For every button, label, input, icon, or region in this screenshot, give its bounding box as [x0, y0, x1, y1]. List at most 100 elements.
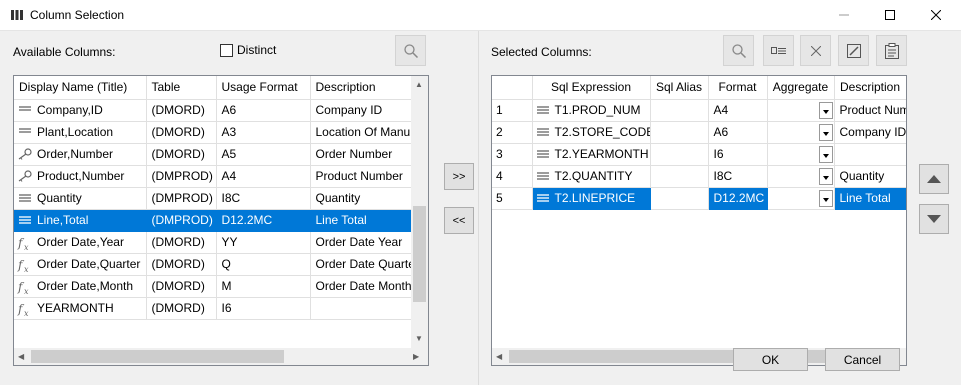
format-cell[interactable]: I8C [708, 165, 768, 188]
table-row[interactable]: 5 T2.LINEPRICE D12.2MC Line Total [492, 187, 906, 210]
chevron-down-icon[interactable] [818, 167, 833, 185]
usage-format-cell[interactable]: I6 [216, 297, 311, 320]
search-button[interactable] [723, 35, 754, 66]
table-cell[interactable]: (DMORD) [146, 121, 217, 144]
scroll-left-icon[interactable]: ◀ [496, 352, 502, 361]
sql-alias-cell[interactable] [650, 187, 709, 210]
table-cell[interactable]: (DMORD) [146, 99, 217, 122]
chevron-down-icon[interactable] [818, 123, 833, 141]
scroll-down-icon[interactable]: ▼ [415, 334, 423, 343]
usage-format-cell[interactable]: A6 [216, 99, 311, 122]
column-header-sql-expression[interactable]: Sql Expression [532, 76, 651, 100]
format-cell[interactable]: A4 [708, 99, 768, 122]
row-number-cell[interactable]: 5 [492, 187, 533, 210]
display-name-cell[interactable]: f x Order Date,Month [14, 275, 147, 298]
move-up-button[interactable] [919, 164, 949, 194]
vertical-scrollbar[interactable]: ▲ ▼ [411, 76, 428, 348]
row-number-cell[interactable]: 2 [492, 121, 533, 144]
properties-button[interactable] [763, 35, 794, 66]
sql-expression-cell[interactable]: T2.LINEPRICE [532, 187, 651, 210]
edit-button[interactable] [838, 35, 869, 66]
selected-columns-grid[interactable]: Sql Expression Sql Alias Format Aggregat… [491, 75, 907, 366]
horizontal-scrollbar[interactable]: ◀ ▶ [14, 348, 428, 365]
aggregate-cell[interactable] [767, 99, 835, 122]
row-number-cell[interactable]: 4 [492, 165, 533, 188]
table-row[interactable]: 4 T2.QUANTITY I8C Quantity [492, 165, 906, 188]
display-name-cell[interactable]: Product,Number [14, 165, 147, 188]
description-cell[interactable]: Order Date Quarte [310, 253, 412, 276]
table-row[interactable]: Line,Total (DMPROD) D12.2MC Line Total [14, 209, 412, 232]
usage-format-cell[interactable]: YY [216, 231, 311, 254]
clipboard-button[interactable] [876, 35, 907, 66]
table-row[interactable]: f x Order Date,Month (DMORD) M Order Date Mon… [14, 275, 412, 298]
remove-column-button[interactable]: << [444, 207, 474, 234]
table-row[interactable]: Company,ID (DMORD) A6 Company ID [14, 99, 412, 122]
table-cell[interactable]: (DMORD) [146, 297, 217, 320]
table-row[interactable]: f x YEARMONTH (DMORD) I6 [14, 297, 412, 320]
display-name-cell[interactable]: Plant,Location [14, 121, 147, 144]
column-header-table[interactable]: Table [146, 76, 217, 100]
aggregate-cell[interactable] [767, 121, 835, 144]
usage-format-cell[interactable]: Q [216, 253, 311, 276]
display-name-cell[interactable]: f x Order Date,Quarter [14, 253, 147, 276]
scrollbar-thumb[interactable] [31, 350, 284, 363]
table-cell[interactable]: (DMORD) [146, 253, 217, 276]
description-cell[interactable] [310, 297, 412, 320]
table-cell[interactable]: (DMPROD) [146, 187, 217, 210]
table-row[interactable]: Plant,Location (DMORD) A3 Location Of Manu [14, 121, 412, 144]
scrollbar-thumb[interactable] [413, 206, 426, 302]
column-header-usage-format[interactable]: Usage Format [216, 76, 311, 100]
sql-expression-cell[interactable]: T2.YEARMONTH [532, 143, 651, 166]
aggregate-cell[interactable] [767, 165, 835, 188]
chevron-down-icon[interactable] [818, 189, 833, 207]
description-cell[interactable]: Quantity [834, 165, 906, 188]
description-cell[interactable]: Order Date Month [310, 275, 412, 298]
format-cell[interactable]: D12.2MC [708, 187, 768, 210]
description-cell[interactable]: Quantity [310, 187, 412, 210]
display-name-cell[interactable]: Line,Total [14, 209, 147, 232]
table-cell[interactable]: (DMPROD) [146, 209, 217, 232]
table-cell[interactable]: (DMORD) [146, 143, 217, 166]
chevron-down-icon[interactable] [818, 101, 833, 119]
delete-button[interactable] [800, 35, 831, 66]
column-header-format[interactable]: Format [708, 76, 768, 100]
description-cell[interactable]: Line Total [834, 187, 906, 210]
sql-alias-cell[interactable] [650, 143, 709, 166]
display-name-cell[interactable]: f x Order Date,Year [14, 231, 147, 254]
usage-format-cell[interactable]: M [216, 275, 311, 298]
sql-expression-cell[interactable]: T1.PROD_NUM [532, 99, 651, 122]
row-number-cell[interactable]: 1 [492, 99, 533, 122]
row-number-cell[interactable]: 3 [492, 143, 533, 166]
table-row[interactable]: f x Order Date,Quarter (DMORD) Q Order Date Q… [14, 253, 412, 276]
aggregate-cell[interactable] [767, 187, 835, 210]
description-cell[interactable]: Product Number [310, 165, 412, 188]
cancel-button[interactable]: Cancel [825, 348, 900, 371]
display-name-cell[interactable]: f x YEARMONTH [14, 297, 147, 320]
display-name-cell[interactable]: Quantity [14, 187, 147, 210]
description-cell[interactable]: Company ID [834, 121, 906, 144]
description-cell[interactable]: Product Num [834, 99, 906, 122]
scroll-right-icon[interactable]: ▶ [413, 352, 419, 361]
available-columns-grid[interactable]: Display Name (Title) Table Usage Format … [13, 75, 429, 366]
usage-format-cell[interactable]: A4 [216, 165, 311, 188]
distinct-checkbox[interactable] [220, 44, 233, 57]
format-cell[interactable]: I6 [708, 143, 768, 166]
close-button[interactable] [913, 0, 959, 30]
description-cell[interactable]: Location Of Manu [310, 121, 412, 144]
ok-button[interactable]: OK [733, 348, 808, 371]
sql-alias-cell[interactable] [650, 165, 709, 188]
sql-expression-cell[interactable]: T2.STORE_CODE [532, 121, 651, 144]
column-header-aggregate[interactable]: Aggregate [767, 76, 835, 100]
table-cell[interactable]: (DMORD) [146, 231, 217, 254]
scroll-up-icon[interactable]: ▲ [415, 80, 423, 89]
usage-format-cell[interactable]: D12.2MC [216, 209, 311, 232]
table-row[interactable]: 3 T2.YEARMONTH I6 [492, 143, 906, 166]
usage-format-cell[interactable]: A3 [216, 121, 311, 144]
add-column-button[interactable]: >> [444, 163, 474, 190]
display-name-cell[interactable]: Company,ID [14, 99, 147, 122]
format-cell[interactable]: A6 [708, 121, 768, 144]
sql-alias-cell[interactable] [650, 121, 709, 144]
table-cell[interactable]: (DMPROD) [146, 165, 217, 188]
maximize-button[interactable] [867, 0, 913, 30]
table-row[interactable]: Product,Number (DMPROD) A4 Product Number [14, 165, 412, 188]
